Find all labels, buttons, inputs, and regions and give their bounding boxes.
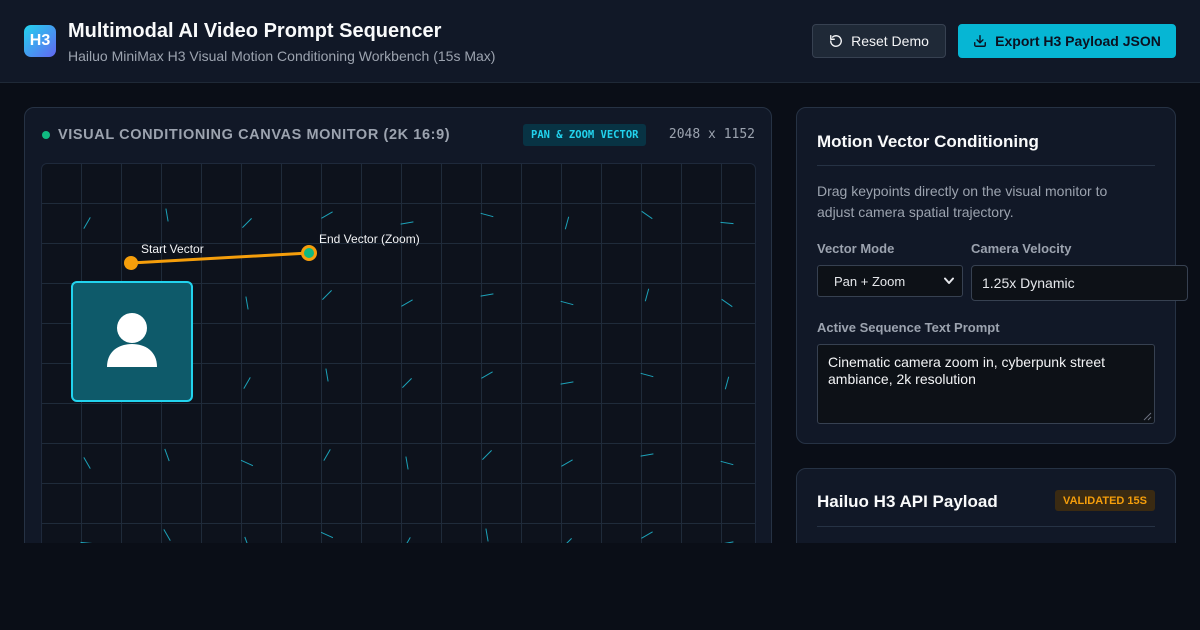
vector-mode-select[interactable]: Pan + Zoom (817, 265, 963, 297)
sequence-prompt-value: Cinematic camera zoom in, cyberpunk stre… (828, 354, 1105, 387)
app-header: H3 Multimodal AI Video Prompt Sequencer … (0, 0, 1200, 83)
motion-panel-divider (817, 165, 1155, 166)
rotate-ccw-icon (830, 35, 843, 47)
payload-panel-title: Hailuo H3 API Payload (817, 492, 998, 511)
motion-conditioning-panel: Motion Vector Conditioning Drag keypoint… (796, 107, 1188, 444)
vector-mode-value: Pan + Zoom (834, 273, 906, 289)
end-vector-handle[interactable] (301, 245, 317, 261)
app-logo: H3 (24, 25, 56, 57)
motion-help-text: Drag keypoints directly on the visual mo… (817, 183, 1108, 220)
page-background (0, 543, 1200, 630)
end-vector-label: End Vector (Zoom) (319, 232, 420, 246)
export-payload-label: Export H3 Payload JSON (995, 33, 1161, 49)
reset-demo-button[interactable]: Reset Demo (812, 24, 946, 58)
app-title: Multimodal AI Video Prompt Sequencer (68, 20, 442, 42)
download-icon (974, 35, 987, 47)
canvas-monitor-panel: VISUAL CONDITIONING CANVAS MONITOR (2K 1… (24, 107, 772, 567)
payload-status-badge: VALIDATED 15S (1055, 490, 1155, 511)
camera-velocity-value: 1.25x Dynamic (982, 275, 1075, 291)
vector-mode-label: Vector Mode (817, 241, 895, 256)
sequence-prompt-textarea[interactable]: Cinematic camera zoom in, cyberpunk stre… (817, 344, 1155, 424)
chevron-down-icon (944, 277, 954, 284)
resize-grip-icon[interactable] (1143, 412, 1152, 421)
camera-velocity-input[interactable]: 1.25x Dynamic (971, 265, 1188, 301)
payload-panel-divider (817, 526, 1155, 527)
motion-panel-title: Motion Vector Conditioning (817, 132, 1039, 151)
reset-demo-label: Reset Demo (851, 33, 929, 49)
canvas-title: VISUAL CONDITIONING CANVAS MONITOR (2K 1… (58, 127, 451, 143)
camera-vector-overlay (124, 245, 317, 270)
vector-mode-badge: PAN & ZOOM VECTOR (523, 124, 647, 146)
export-payload-button[interactable]: Export H3 Payload JSON (958, 24, 1176, 58)
visual-monitor[interactable]: Start Vector End Vector (Zoom) (41, 163, 756, 563)
app-subtitle: Hailuo MiniMax H3 Visual Motion Conditio… (68, 48, 496, 64)
camera-velocity-label: Camera Velocity (971, 241, 1072, 256)
canvas-resolution: 2048 x 1152 (668, 127, 755, 142)
start-vector-handle[interactable] (124, 256, 138, 270)
live-status-dot (42, 131, 50, 139)
start-vector-label: Start Vector (141, 242, 204, 256)
sequence-prompt-label: Active Sequence Text Prompt (817, 320, 1000, 335)
